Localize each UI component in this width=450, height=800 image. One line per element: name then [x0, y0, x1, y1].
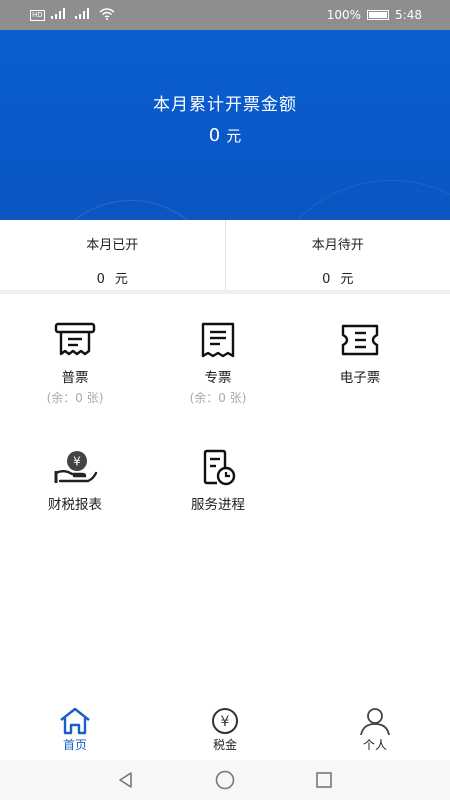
svg-text:¥: ¥: [73, 455, 81, 469]
tab-profile[interactable]: 个人: [300, 700, 450, 760]
invoice-icon: [201, 322, 235, 358]
svg-text:¥: ¥: [221, 714, 230, 730]
tile-financial-reports-label: 财税报表: [48, 497, 102, 513]
stat-issued-amount: 0: [96, 272, 105, 287]
money-hand-icon: ¥: [54, 451, 98, 483]
wifi-icon: [99, 7, 115, 23]
stat-pending-unit: 元: [340, 272, 354, 287]
monthly-total-unit: 元: [226, 127, 242, 145]
tile-e-invoice[interactable]: 电子票: [285, 320, 435, 386]
battery-icon: [367, 10, 390, 20]
status-bar: HD 100% 5:48: [0, 0, 450, 30]
tile-special-invoice[interactable]: 专票 (余：0 张): [143, 320, 293, 406]
tab-tax-label: 税金: [212, 738, 237, 752]
monthly-stats: 本月已开 0元 本月待开 0元: [0, 220, 450, 294]
tile-general-invoice-label: 普票: [61, 370, 89, 386]
person-icon: [360, 708, 390, 736]
tile-special-invoice-label: 专票: [204, 370, 232, 386]
decorative-arc: [40, 200, 222, 220]
monthly-total-banner: 本月累计开票金额 0元: [0, 30, 450, 220]
tile-e-invoice-label: 电子票: [339, 370, 381, 386]
clock-time: 5:48: [395, 8, 422, 22]
stat-pending-label: 本月待开: [311, 238, 364, 253]
bottom-tab-bar: 首页 ¥ 税金 个人: [0, 700, 450, 760]
tab-tax[interactable]: ¥ 税金: [150, 700, 300, 760]
stat-issued-label: 本月已开: [86, 238, 139, 253]
tile-financial-reports[interactable]: ¥ 财税报表: [0, 447, 150, 513]
stat-pending[interactable]: 本月待开 0元: [224, 220, 450, 290]
stat-issued-unit: 元: [114, 272, 128, 287]
yen-coin-icon: ¥: [212, 708, 238, 734]
signal-icon: [50, 8, 69, 22]
back-icon[interactable]: [116, 770, 136, 790]
battery-percent: 100%: [326, 8, 362, 22]
recent-apps-icon[interactable]: [314, 770, 334, 790]
monthly-total-value: 0: [208, 125, 221, 146]
tab-home-label: 首页: [62, 738, 87, 752]
receipt-icon: [54, 322, 96, 356]
home-icon: [60, 707, 90, 735]
network-badge: HD: [30, 9, 45, 21]
monthly-total-title: 本月累计开票金额: [153, 95, 297, 115]
document-clock-icon: [203, 449, 236, 486]
tile-general-invoice[interactable]: 普票 (余：0 张): [0, 320, 150, 406]
tile-service-progress[interactable]: 服务进程: [143, 447, 293, 513]
home-circle-icon[interactable]: [214, 769, 236, 791]
stat-pending-value: 0元: [226, 268, 450, 287]
decorative-arc: [260, 180, 450, 220]
tile-service-progress-label: 服务进程: [191, 497, 245, 513]
tile-special-invoice-remaining: (余：0 张): [189, 391, 247, 405]
stat-pending-amount: 0: [322, 272, 331, 287]
tab-home[interactable]: 首页: [0, 700, 150, 760]
stat-issued-value: 0元: [0, 268, 225, 287]
tab-profile-label: 个人: [362, 738, 387, 752]
stat-issued[interactable]: 本月已开 0元: [0, 220, 225, 290]
monthly-total-amount: 0元: [0, 125, 450, 146]
signal-icon-2: [74, 8, 93, 22]
tile-general-invoice-remaining: (余：0 张): [46, 391, 104, 405]
ticket-icon: [341, 324, 379, 356]
system-navigation-bar: [0, 760, 450, 800]
